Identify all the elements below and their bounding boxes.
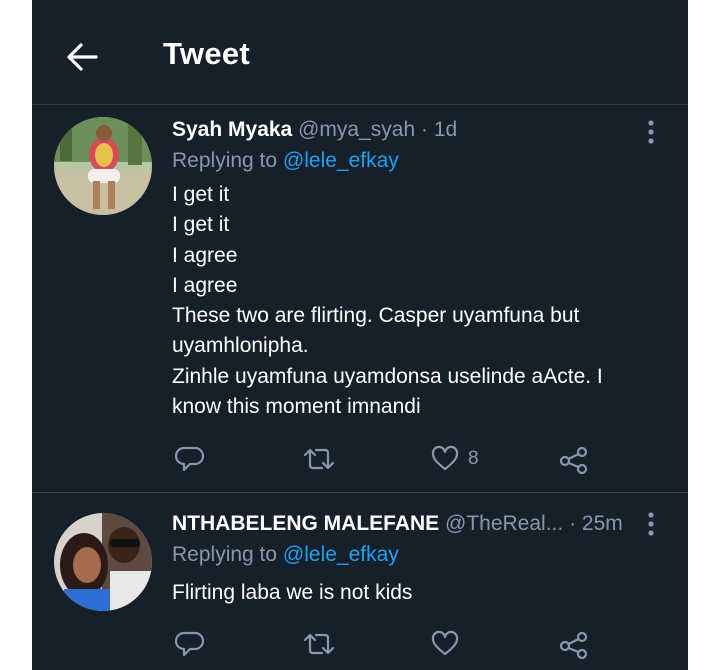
- user-handle[interactable]: @TheReal...: [445, 512, 563, 535]
- mention-link[interactable]: @lele_efkay: [283, 543, 399, 566]
- tweet-text-line: I get it: [172, 183, 230, 206]
- heart-icon: [431, 630, 459, 656]
- tweet-text-line: I agree: [172, 273, 238, 297]
- retweet-icon: [303, 448, 335, 470]
- share-icon: [559, 631, 588, 659]
- tweet-text-line: These two are flirting. Casper uyamfuna …: [172, 304, 580, 328]
- share-button[interactable]: [557, 442, 591, 476]
- page-title: Tweet: [163, 36, 251, 71]
- like-button[interactable]: 8: [430, 442, 479, 476]
- heart-icon: [431, 445, 459, 471]
- reply-icon: [175, 446, 205, 472]
- replying-to-label: Replying to: [172, 543, 278, 566]
- more-options-icon[interactable]: [644, 119, 658, 145]
- replying-to: Replying to @lele_efkay: [172, 147, 399, 175]
- separator-dot: ·: [569, 512, 577, 535]
- reply-icon: [175, 631, 205, 657]
- reply-button[interactable]: [175, 442, 213, 476]
- display-name[interactable]: Syah Myaka: [172, 118, 292, 141]
- tweet-text-line: uyamhlonipha.: [172, 334, 309, 358]
- more-options-icon[interactable]: [644, 511, 658, 537]
- avatar[interactable]: [54, 117, 152, 215]
- share-icon: [559, 446, 588, 474]
- reply-button[interactable]: [175, 627, 213, 661]
- like-button[interactable]: [430, 627, 468, 661]
- tweet-text-line: Zinhle uyamfuna uyamdonsa uselinde aActe…: [172, 364, 603, 388]
- display-name[interactable]: NTHABELENG MALEFANE: [172, 512, 439, 535]
- retweet-icon: [303, 633, 335, 655]
- tweet-detail-screen: Tweet Syah Myaka @mya_syah · 1d Replying…: [32, 0, 688, 670]
- arrow-left-icon[interactable]: [62, 37, 102, 77]
- replying-to-label: Replying to: [172, 149, 278, 172]
- top-app-bar: Tweet: [32, 0, 688, 105]
- tweet-text-line: know this moment imnandi: [172, 395, 421, 419]
- tweet-actions: [32, 627, 688, 661]
- tweet-text-line: I agree: [172, 243, 238, 267]
- retweet-button[interactable]: [302, 627, 344, 661]
- replying-to: Replying to @lele_efkay: [172, 541, 399, 569]
- tweet-text: I get it I get it I agree I agree These …: [172, 180, 642, 422]
- tweet-actions: 8: [32, 442, 688, 476]
- tweet-meta: NTHABELENG MALEFANE @TheReal... · 25m: [172, 510, 642, 538]
- retweet-button[interactable]: [302, 442, 344, 476]
- user-handle[interactable]: @mya_syah: [298, 118, 415, 141]
- separator-dot: ·: [420, 118, 428, 141]
- avatar[interactable]: [54, 513, 152, 611]
- tweet-text-line: I get it: [172, 213, 230, 237]
- share-button[interactable]: [557, 627, 591, 661]
- mention-link[interactable]: @lele_efkay: [283, 149, 399, 172]
- timestamp[interactable]: 25m: [582, 512, 623, 535]
- tweet-text-line: Flirting laba we is not kids: [172, 581, 413, 604]
- timestamp[interactable]: 1d: [434, 118, 457, 141]
- tweet-text: Flirting laba we is not kids: [172, 578, 642, 608]
- like-count: 8: [468, 448, 479, 469]
- tweet[interactable]: Syah Myaka @mya_syah · 1d Replying to @l…: [32, 105, 688, 493]
- tweet[interactable]: NTHABELENG MALEFANE @TheReal... · 25m Re…: [32, 493, 688, 670]
- tweet-meta: Syah Myaka @mya_syah · 1d: [172, 116, 642, 144]
